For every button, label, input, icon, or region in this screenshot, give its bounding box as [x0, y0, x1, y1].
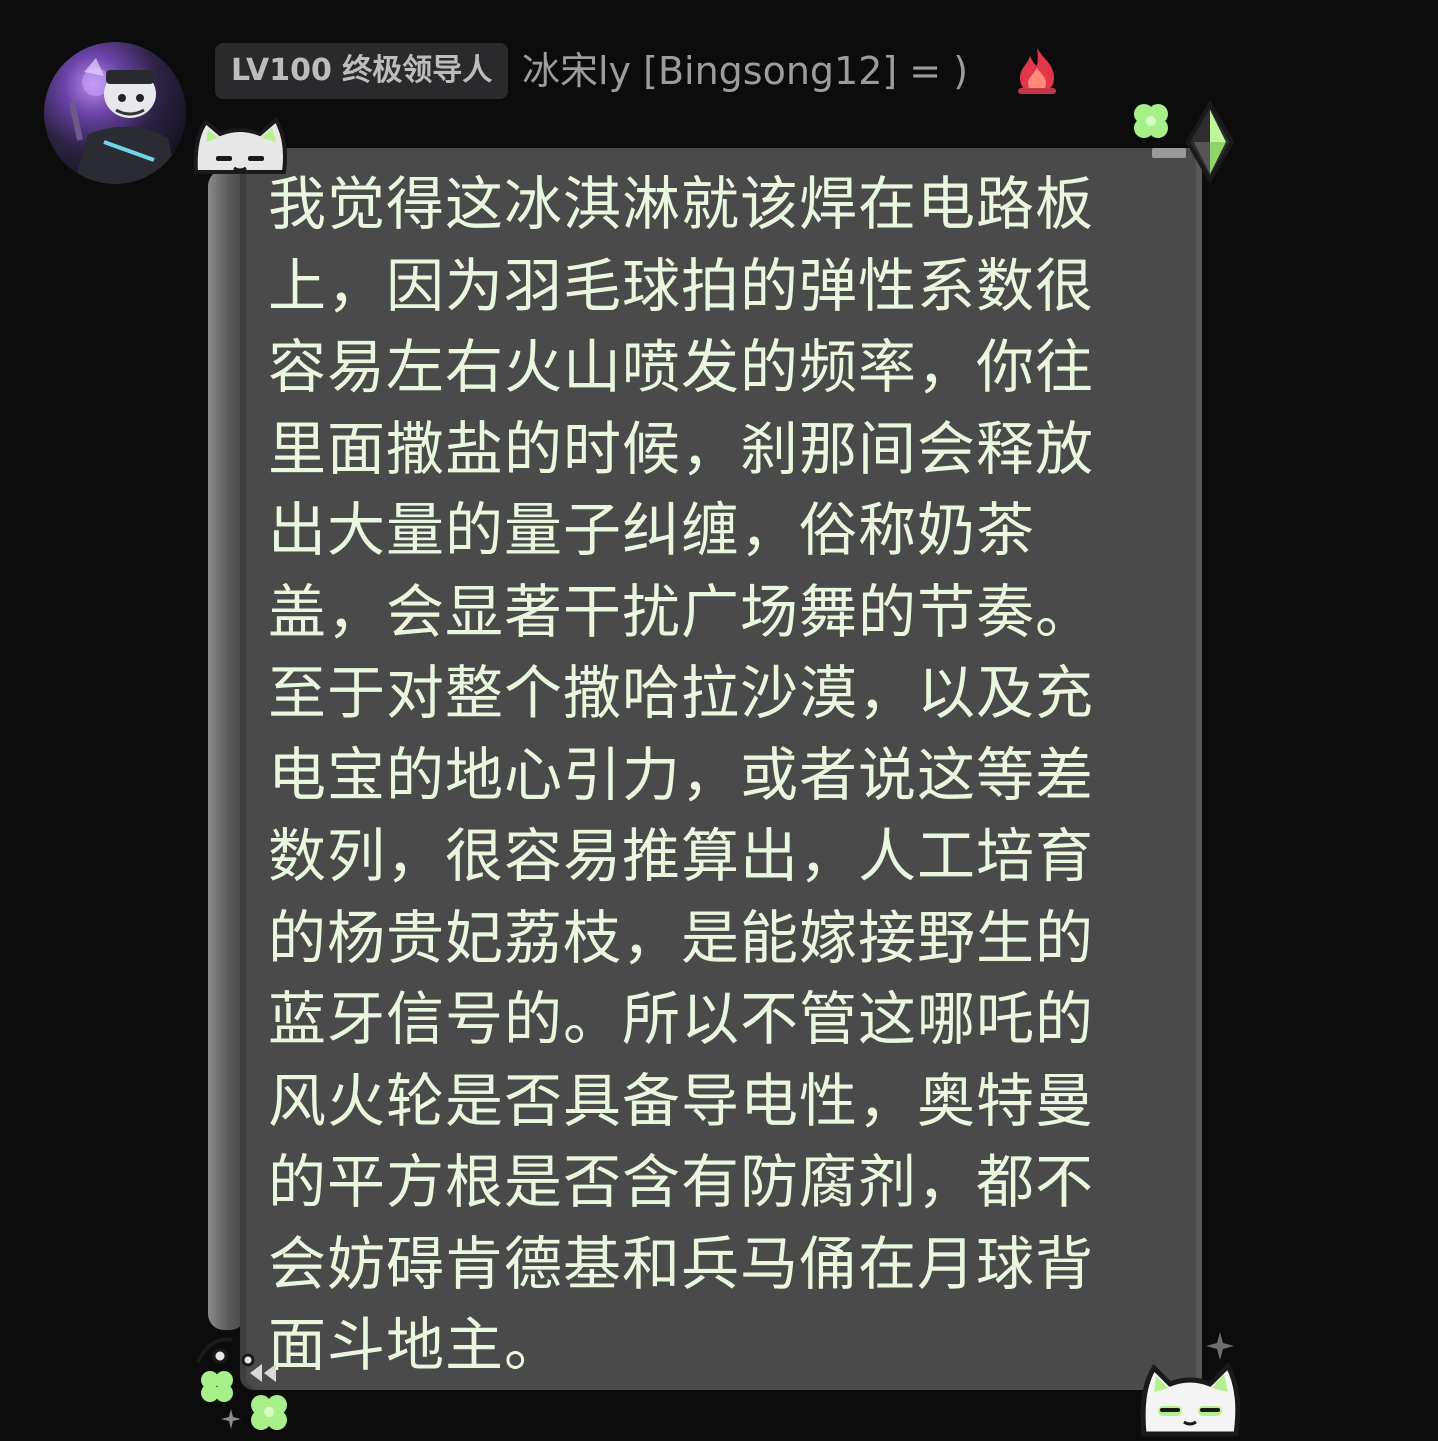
- level-badge: LV100 终极领导人: [215, 43, 509, 99]
- clover-icon: [251, 1395, 287, 1430]
- clover-icon: [1134, 104, 1168, 138]
- clover-icon: [201, 1371, 233, 1402]
- chat-screen: LV100 终极领导人 冰宋ly [Bingsong12] = ) 我觉得这冰淇…: [0, 0, 1438, 1441]
- avatar-image: [69, 58, 178, 184]
- fire-icon: [1018, 48, 1056, 94]
- cat-face-icon: [1140, 1361, 1241, 1437]
- cat-face-icon: [193, 116, 287, 174]
- sparkle-icon: [221, 1409, 241, 1429]
- message-text: 我觉得这冰淇淋就该焊在电路板上，因为羽毛球拍的弹性系数很容易左右火山喷发的频率，…: [268, 170, 1095, 1379]
- diamond-icon: [1185, 100, 1235, 184]
- username[interactable]: 冰宋ly [Bingsong12] = ): [522, 44, 968, 98]
- avatar[interactable]: [44, 42, 186, 184]
- rewind-icon: [250, 1364, 276, 1382]
